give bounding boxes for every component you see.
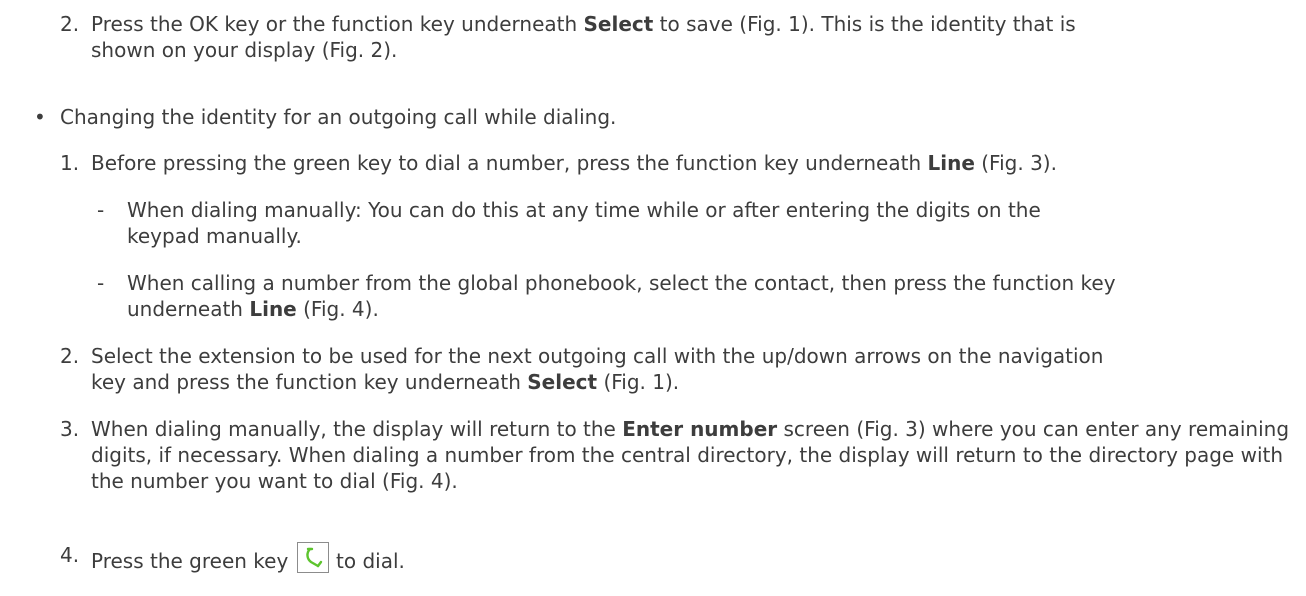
text-segment: (Fig. 4).: [296, 297, 379, 321]
text-segment: When dialing manually, the display will …: [91, 417, 623, 441]
subitem-dialing-manually: When dialing manually: You can do this a…: [127, 198, 1041, 248]
text-segment: Press the green key: [91, 549, 295, 573]
text-segment: Press the OK key or the function key und…: [91, 12, 584, 36]
bold-term-line: Line: [249, 297, 297, 321]
bold-term-select: Select: [527, 370, 598, 394]
list-number: 3.: [60, 417, 80, 441]
step-select-extension: Select the extension to be used for the …: [91, 343, 1131, 395]
bullet-point: •: [34, 105, 46, 129]
subitem-global-phonebook: When calling a number from the global ph…: [127, 270, 1147, 322]
text-segment: Before pressing the green key to dial a …: [91, 151, 928, 175]
step-press-green-key: Press the green key to dial.: [91, 542, 691, 574]
text-segment: (Fig. 3).: [974, 151, 1057, 175]
step-press-line: Before pressing the green key to dial a …: [91, 150, 1303, 176]
document-page: 2. Press the OK key or the function key …: [0, 0, 1306, 596]
list-number: 2.: [60, 344, 80, 368]
paragraph-save-identity: Press the OK key or the function key und…: [91, 11, 1091, 63]
green-phone-key-icon: [296, 542, 329, 573]
bold-term-enter-number: Enter number: [622, 417, 778, 441]
bold-term-select: Select: [583, 12, 654, 36]
paragraph-changing-identity: Changing the identity for an outgoing ca…: [60, 105, 617, 129]
list-number: 2.: [60, 12, 80, 36]
text-segment: to dial.: [329, 549, 405, 573]
list-number: 1.: [60, 151, 80, 175]
text-segment: (Fig. 1).: [597, 370, 680, 394]
dash-marker: -: [97, 271, 105, 295]
step-display-returns: When dialing manually, the display will …: [91, 416, 1294, 494]
bold-term-line: Line: [927, 151, 975, 175]
dash-marker: -: [97, 198, 105, 222]
list-number: 4.: [60, 543, 80, 567]
